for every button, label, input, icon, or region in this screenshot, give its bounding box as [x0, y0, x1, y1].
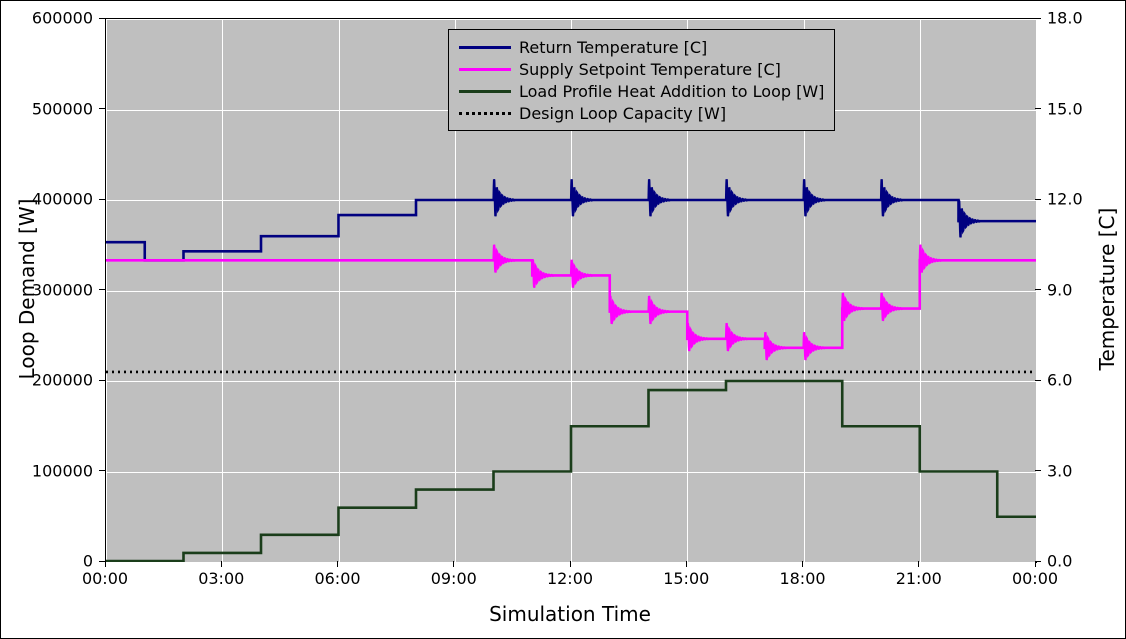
supply-setpoint-oscillation: [919, 245, 941, 273]
y-right-tick-mark: [1035, 289, 1041, 290]
supply-setpoint-oscillation: [648, 296, 670, 324]
return-temp-oscillation: [881, 179, 903, 216]
legend-entry: Load Profile Heat Addition to Loop [W]: [459, 80, 824, 102]
legend-entry: Supply Setpoint Temperature [C]: [459, 58, 824, 80]
y-right-tick-mark: [1035, 18, 1041, 19]
y-right-tick-mark: [1035, 199, 1041, 200]
supply-setpoint-oscillation: [842, 293, 864, 321]
x-tick-mark: [1035, 561, 1036, 567]
y-left-tick-mark: [99, 18, 105, 19]
return-temp-oscillation: [648, 179, 670, 216]
supply-setpoint-oscillation: [803, 332, 825, 360]
y-right-tick-label: 0.0: [1047, 552, 1072, 571]
supply-setpoint-oscillation: [571, 260, 593, 288]
y-right-tick-mark: [1035, 470, 1041, 471]
x-tick-label: 09:00: [431, 569, 477, 588]
x-tick-mark: [802, 561, 803, 567]
y-left-tick-label: 400000: [32, 190, 93, 209]
y-left-tick-mark: [99, 470, 105, 471]
y-left-tick-mark: [99, 289, 105, 290]
supply-setpoint-oscillation: [764, 332, 786, 360]
x-tick-mark: [453, 561, 454, 567]
legend-entry: Design Loop Capacity [W]: [459, 102, 824, 124]
y-left-tick-mark: [99, 380, 105, 381]
y-right-tick-label: 12.0: [1047, 190, 1083, 209]
y-left-tick-label: 100000: [32, 461, 93, 480]
legend-label: Supply Setpoint Temperature [C]: [519, 60, 781, 79]
legend-label: Load Profile Heat Addition to Loop [W]: [519, 82, 824, 101]
series-line-0: [106, 200, 1036, 260]
x-tick-label: 00:00: [82, 569, 128, 588]
legend-swatch: [459, 90, 511, 93]
x-tick-label: 18:00: [779, 569, 825, 588]
supply-setpoint-oscillation: [532, 260, 554, 288]
y-axis-right-label: Temperature [C]: [1095, 208, 1119, 371]
x-tick-mark: [686, 561, 687, 567]
supply-setpoint-oscillation: [726, 323, 748, 351]
y-left-tick-mark: [99, 199, 105, 200]
y-left-tick-label: 0: [83, 552, 93, 571]
y-right-tick-label: 6.0: [1047, 371, 1072, 390]
x-tick-mark: [105, 561, 106, 567]
legend-swatch: [459, 46, 511, 49]
gridline-horizontal: [106, 562, 1036, 563]
y-right-tick-label: 18.0: [1047, 9, 1083, 28]
supply-setpoint-oscillation: [493, 245, 515, 273]
return-temp-oscillation: [958, 200, 980, 237]
x-tick-label: 00:00: [1012, 569, 1058, 588]
x-tick-mark: [337, 561, 338, 567]
return-temp-oscillation: [571, 179, 593, 216]
x-tick-mark: [221, 561, 222, 567]
supply-setpoint-oscillation: [609, 296, 631, 324]
legend-swatch: [459, 112, 511, 115]
y-right-tick-label: 3.0: [1047, 461, 1072, 480]
x-tick-label: 21:00: [896, 569, 942, 588]
supply-setpoint-oscillation: [881, 293, 903, 321]
y-left-tick-label: 500000: [32, 99, 93, 118]
y-right-tick-label: 9.0: [1047, 280, 1072, 299]
legend-label: Return Temperature [C]: [519, 38, 707, 57]
y-right-tick-mark: [1035, 380, 1041, 381]
x-tick-label: 03:00: [198, 569, 244, 588]
y-right-tick-mark: [1035, 561, 1041, 562]
supply-setpoint-oscillation: [687, 323, 709, 351]
x-tick-label: 06:00: [314, 569, 360, 588]
series-line-2: [106, 381, 1036, 561]
y-left-tick-label: 600000: [32, 9, 93, 28]
y-left-tick-label: 300000: [32, 280, 93, 299]
return-temp-oscillation: [803, 179, 825, 216]
legend-label: Design Loop Capacity [W]: [519, 104, 726, 123]
x-tick-label: 12:00: [547, 569, 593, 588]
gridline-vertical: [1036, 19, 1037, 562]
return-temp-oscillation: [493, 179, 515, 216]
x-axis-label: Simulation Time: [489, 602, 651, 626]
y-right-tick-mark: [1035, 108, 1041, 109]
legend-swatch: [459, 68, 511, 71]
y-left-tick-label: 200000: [32, 371, 93, 390]
y-left-tick-mark: [99, 108, 105, 109]
legend: Return Temperature [C] Supply Setpoint T…: [448, 29, 835, 131]
chart-container: Simulation Time Loop Demand [W] Temperat…: [0, 0, 1126, 639]
y-right-tick-label: 15.0: [1047, 99, 1083, 118]
legend-entry: Return Temperature [C]: [459, 36, 824, 58]
x-tick-mark: [918, 561, 919, 567]
x-tick-mark: [570, 561, 571, 567]
x-tick-label: 15:00: [663, 569, 709, 588]
y-left-tick-mark: [99, 561, 105, 562]
return-temp-oscillation: [726, 179, 748, 216]
